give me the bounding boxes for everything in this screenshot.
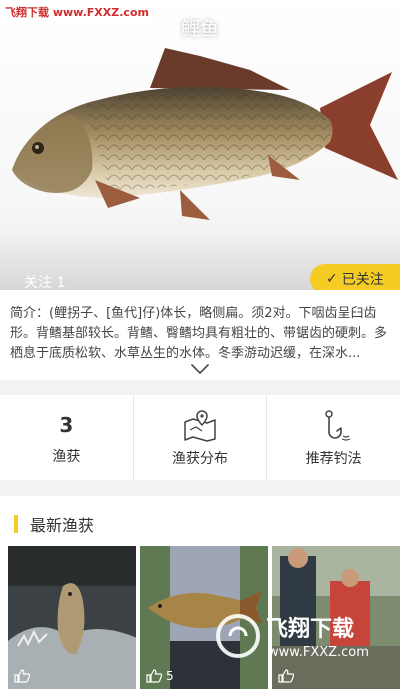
like-count[interactable] bbox=[278, 669, 298, 683]
page-title: 鲤鱼 bbox=[180, 18, 219, 40]
latest-header: 最新渔获 bbox=[14, 512, 94, 536]
follow-button[interactable]: ✓ 已关注 bbox=[310, 264, 400, 290]
stat-label-catches: 渔获 bbox=[52, 448, 81, 465]
catch-photo-image bbox=[8, 546, 136, 689]
fishing-hook-icon bbox=[324, 409, 350, 441]
section-accent-bar bbox=[14, 515, 18, 533]
hero-banner: 飞翔下载 www.FXXZ.com 鲤鱼 关注 1 ✓ 已关注 bbox=[0, 0, 400, 290]
thumbs-up-icon bbox=[14, 669, 30, 683]
stat-distribution[interactable]: 渔获分布 bbox=[134, 395, 268, 480]
watermark-brand: 飞翔下载 bbox=[266, 616, 354, 642]
catch-count: 3 bbox=[59, 412, 74, 437]
carp-image bbox=[12, 48, 398, 220]
stat-label-distribution: 渔获分布 bbox=[172, 450, 228, 467]
thumbs-up-icon bbox=[146, 669, 162, 683]
stat-label-methods: 推荐钓法 bbox=[305, 450, 362, 467]
section-title: 最新渔获 bbox=[30, 516, 95, 535]
like-count[interactable] bbox=[14, 669, 34, 683]
watermark-url: www.FXXZ.com bbox=[268, 645, 369, 660]
intro-text: 简介：(鲤拐子、[鱼代]仔)体长，略侧扁。须2对。下咽齿呈臼齿形。背鳍基部较长。… bbox=[10, 306, 388, 361]
stats-bar: 3 渔获 渔获分布 推荐钓法 bbox=[0, 395, 400, 480]
catch-photo[interactable] bbox=[8, 546, 136, 689]
chevron-down-icon[interactable] bbox=[190, 362, 210, 376]
follow-button-label: 已关注 bbox=[341, 272, 384, 288]
stat-methods[interactable]: 推荐钓法 bbox=[267, 395, 400, 480]
check-icon: ✓ bbox=[326, 271, 338, 287]
thumbs-up-icon bbox=[278, 669, 294, 683]
follow-count: 关注 1 bbox=[24, 275, 66, 290]
like-count[interactable]: 5 bbox=[146, 669, 174, 683]
watermark-bottom: 飞翔下载 www.FXXZ.com bbox=[216, 614, 369, 660]
like-count-value: 5 bbox=[166, 669, 174, 683]
map-pin-icon bbox=[184, 409, 216, 442]
stat-catches[interactable]: 3 渔获 bbox=[0, 395, 134, 480]
